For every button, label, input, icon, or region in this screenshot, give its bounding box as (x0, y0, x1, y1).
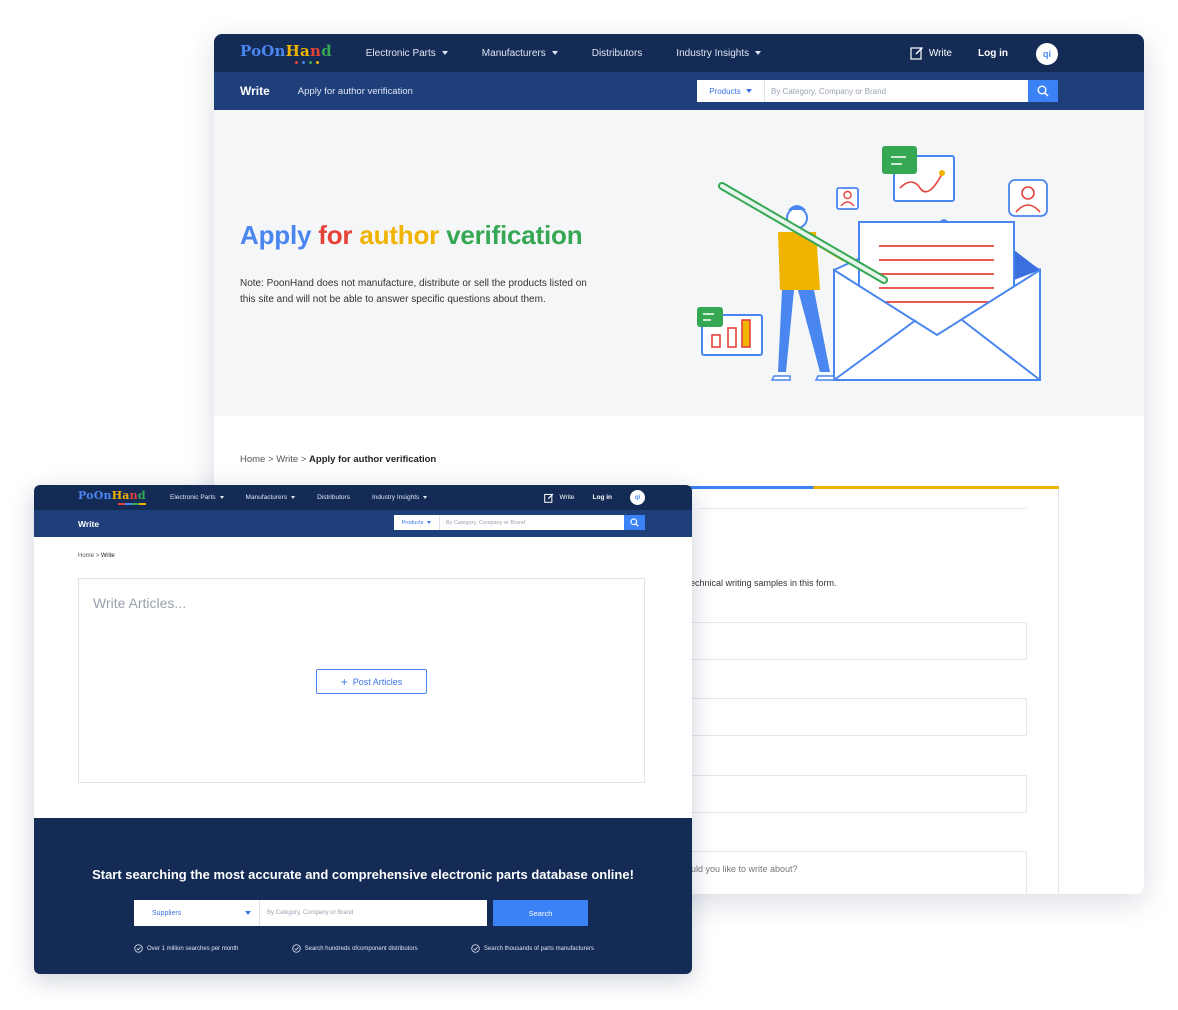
user-avatar[interactable]: qi (630, 490, 645, 505)
logo-underline (118, 503, 146, 505)
nav-distributors[interactable]: Distributors (592, 48, 643, 59)
footer-features: Over 1 million searches per month Search… (134, 944, 594, 953)
chevron-down-icon (245, 911, 251, 915)
breadcrumb: Home > Write > Apply for author verifica… (240, 454, 437, 465)
subnav-subtitle: Apply for author verification (297, 85, 413, 97)
chevron-down-icon (755, 51, 762, 55)
write-link[interactable]: Write (544, 493, 575, 503)
top-nav: PoOnHand Electronic Parts Manufacturers … (214, 34, 1144, 72)
search-icon (1037, 85, 1049, 97)
form-field-1[interactable] (670, 622, 1027, 660)
search-category-select[interactable]: Products (394, 515, 440, 530)
nav-electronic-parts[interactable]: Electronic Parts (366, 48, 448, 59)
footer-category-select[interactable]: Suppliers (134, 900, 260, 926)
sub-nav: Write Apply for author verification Prod… (214, 72, 1144, 110)
nav-manufacturers[interactable]: Manufacturers (246, 494, 296, 501)
poonhand-logo[interactable]: PoOnHand (78, 490, 146, 505)
login-link[interactable]: Log in (978, 48, 1008, 59)
chevron-down-icon (745, 89, 752, 93)
user-avatar[interactable]: qi (1036, 43, 1058, 65)
feature-item: Search thousands of parts manufacturers (471, 944, 594, 953)
search-button[interactable] (624, 515, 645, 530)
breadcrumb-home[interactable]: Home (78, 553, 94, 559)
envelope-writer-illustration (697, 146, 1048, 381)
poonhand-logo[interactable]: PoOnHand (240, 43, 332, 64)
breadcrumb-write[interactable]: Write (276, 454, 298, 465)
check-circle-icon (134, 944, 143, 953)
search-button[interactable] (1028, 80, 1058, 102)
footer-search-input[interactable]: By Category, Company or Brand (260, 910, 487, 916)
article-editor[interactable]: Write Articles... + Post Articles (78, 578, 645, 783)
chevron-down-icon (291, 496, 296, 499)
breadcrumb-current: Apply for author verification (309, 454, 437, 465)
top-nav: PoOnHand Electronic Parts Manufacturers … (34, 485, 692, 510)
nav-industry-insights[interactable]: Industry Insights (372, 494, 428, 501)
search-bar: Products By Category, Company or Brand (697, 80, 1028, 102)
form-divider (700, 508, 1027, 509)
nav-electronic-parts[interactable]: Electronic Parts (170, 494, 224, 501)
hero-section: Apply for author verification Note: Poon… (214, 110, 1144, 416)
hero-note: Note: PoonHand does not manufacture, dis… (240, 278, 587, 305)
search-icon (630, 518, 639, 527)
search-input[interactable]: By Category, Company or Brand (765, 87, 1028, 96)
feature-item: Search hundreds ofcomponent distributors (291, 944, 418, 953)
form-field-3[interactable] (670, 775, 1027, 813)
breadcrumb-current: Write (100, 553, 115, 559)
plus-icon: + (340, 674, 348, 689)
edit-icon (910, 47, 923, 60)
search-footer: Start searching the most accurate and co… (34, 818, 692, 974)
check-circle-icon (471, 944, 480, 953)
sub-nav: Write Products By Category, Company or B… (34, 510, 692, 537)
login-link[interactable]: Log in (593, 494, 613, 501)
page-title: Apply for author verification (240, 220, 583, 250)
chevron-down-icon (219, 496, 224, 499)
nav-industry-insights[interactable]: Industry Insights (676, 48, 762, 59)
chevron-down-icon (427, 521, 432, 524)
post-articles-button[interactable]: + Post Articles (316, 669, 427, 694)
chevron-down-icon (423, 496, 428, 499)
feature-item: Over 1 million searches per month (134, 944, 238, 953)
subnav-title: Write (240, 84, 270, 98)
nav-manufacturers[interactable]: Manufacturers (482, 48, 558, 59)
topics-placeholder: uld you like to write about? (691, 864, 798, 874)
edit-icon (544, 493, 554, 503)
search-input[interactable]: By Category, Company or Brand (440, 520, 624, 526)
write-articles-window: PoOnHand Electronic Parts Manufacturers … (34, 485, 692, 974)
form-field-2[interactable] (670, 698, 1027, 736)
article-placeholder: Write Articles... (93, 595, 187, 611)
nav-distributors[interactable]: Distributors (317, 494, 350, 501)
footer-search-bar: Suppliers By Category, Company or Brand (134, 900, 487, 926)
search-bar: Products By Category, Company or Brand (394, 515, 624, 530)
footer-title: Start searching the most accurate and co… (92, 867, 634, 882)
check-circle-icon (291, 944, 301, 953)
subnav-title: Write (78, 518, 100, 529)
search-category-select[interactable]: Products (697, 80, 765, 102)
topics-textarea[interactable]: uld you like to write about? (670, 851, 1027, 894)
chevron-down-icon (551, 51, 558, 55)
form-note: echnical writing samples in this form. (690, 578, 837, 588)
logo-dots (295, 60, 319, 64)
chevron-down-icon (441, 51, 448, 55)
breadcrumb: Home > Write (78, 553, 115, 559)
breadcrumb-home[interactable]: Home (240, 454, 265, 465)
write-link[interactable]: Write (910, 46, 952, 60)
footer-search-button[interactable]: Search (493, 900, 588, 926)
